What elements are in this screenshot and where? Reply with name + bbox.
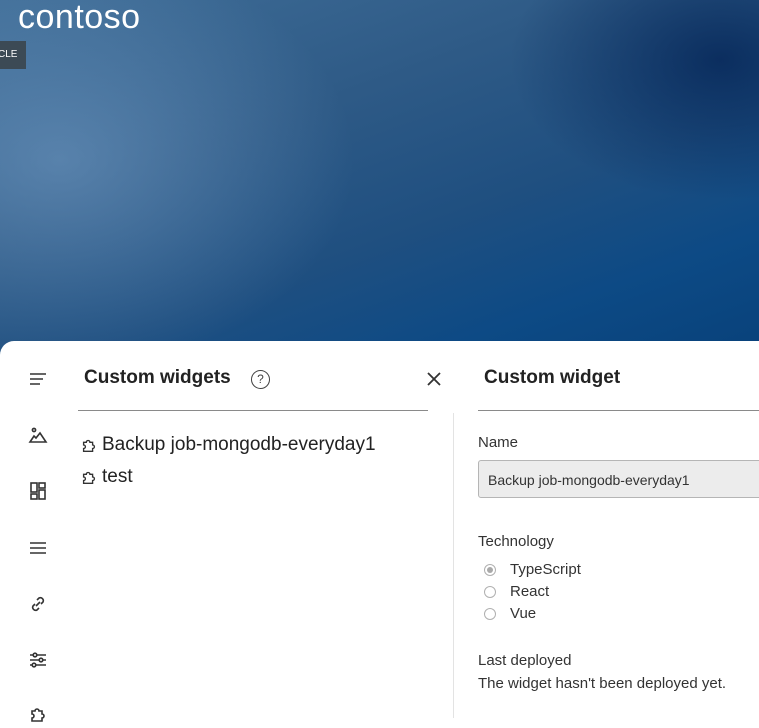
- puzzle-icon: [82, 471, 96, 484]
- help-icon[interactable]: ?: [251, 370, 270, 389]
- side-rail: [20, 341, 56, 722]
- widget-list-item-label: Backup job-mongodb-everyday1: [102, 434, 376, 455]
- custom-widget-detail: Custom widget Name Backup job-mongodb-ev…: [478, 341, 759, 718]
- custom-widgets-panel: Custom widgets ? Backup job-mongodb-ever…: [78, 341, 441, 718]
- panel-divider: [453, 413, 454, 718]
- sliders-icon[interactable]: [24, 646, 52, 674]
- menu-icon[interactable]: [24, 365, 52, 393]
- puzzle-icon: [82, 439, 96, 452]
- custom-widgets-title: Custom widgets: [84, 367, 231, 388]
- list-icon[interactable]: [24, 534, 52, 562]
- hero-banner: contoso CLE: [0, 0, 759, 360]
- name-field[interactable]: Backup job-mongodb-everyday1: [478, 460, 759, 498]
- technology-option-vue[interactable]: Vue: [484, 605, 536, 622]
- dashboard-icon[interactable]: [24, 477, 52, 505]
- radio-selected-icon: [484, 563, 496, 576]
- technology-label: Technology: [478, 533, 554, 550]
- radio-icon: [484, 607, 496, 620]
- widget-list-item[interactable]: test: [80, 461, 376, 493]
- custom-widgets-header: Custom widgets ?: [78, 341, 441, 411]
- link-icon[interactable]: [24, 590, 52, 618]
- custom-widget-header: Custom widget: [478, 341, 759, 411]
- technology-option-typescript[interactable]: TypeScript: [484, 561, 581, 578]
- image-icon[interactable]: [24, 421, 52, 449]
- radio-icon: [484, 585, 496, 598]
- technology-option-react[interactable]: React: [484, 583, 549, 600]
- radio-label: React: [510, 583, 550, 600]
- widget-list-item-label: test: [102, 466, 133, 487]
- widget-panel: Custom widgets ? Backup job-mongodb-ever…: [0, 341, 759, 722]
- contoso-logo: contoso: [18, 0, 141, 36]
- last-deployed-label: Last deployed: [478, 652, 572, 669]
- puzzle-icon[interactable]: [24, 700, 52, 728]
- custom-widget-title: Custom widget: [484, 367, 621, 388]
- radio-label: TypeScript: [510, 561, 581, 578]
- widget-list-item[interactable]: Backup job-mongodb-everyday1: [80, 429, 376, 461]
- widget-list: Backup job-mongodb-everyday1 test: [80, 429, 376, 493]
- radio-label: Vue: [510, 605, 537, 622]
- name-label: Name: [478, 434, 519, 451]
- environment-badge: CLE: [0, 41, 26, 69]
- last-deployed-value: The widget hasn't been deployed yet.: [478, 675, 727, 692]
- close-icon[interactable]: [426, 371, 446, 391]
- badge-text: CLE: [0, 49, 18, 60]
